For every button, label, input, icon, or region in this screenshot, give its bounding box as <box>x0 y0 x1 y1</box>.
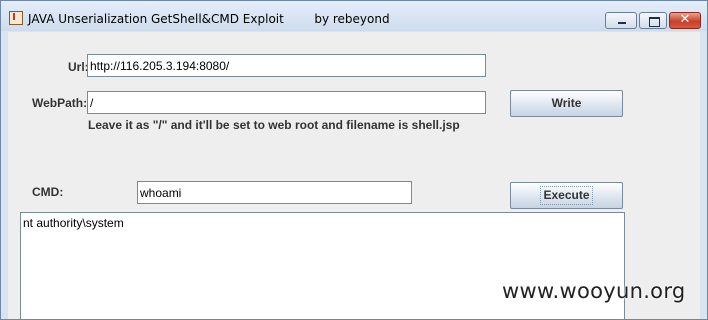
cmd-label: CMD: <box>32 185 64 199</box>
command-output[interactable]: nt authority\system <box>20 212 625 319</box>
webpath-label: WebPath: <box>32 96 88 110</box>
webpath-field[interactable]: / <box>87 91 486 114</box>
main-panel: Url: http://116.205.3.194:8080/ WebPath:… <box>8 32 700 319</box>
cmd-field[interactable]: whoami <box>137 181 412 204</box>
title-bar[interactable]: JAVA Unserialization GetShell&CMD Exploi… <box>1 1 707 31</box>
maximize-icon <box>649 17 660 27</box>
window-title: JAVA Unserialization GetShell&CMD Exploi… <box>28 12 390 26</box>
maximize-button[interactable] <box>639 12 667 29</box>
minimize-button[interactable] <box>605 12 637 29</box>
java-cup-icon <box>9 11 23 25</box>
exploit-window: JAVA Unserialization GetShell&CMD Exploi… <box>0 0 708 320</box>
watermark: www.wooyun.org <box>502 279 686 303</box>
minimize-icon <box>618 22 626 24</box>
close-button[interactable]: ✕ <box>669 12 701 29</box>
url-field[interactable]: http://116.205.3.194:8080/ <box>87 54 486 77</box>
close-icon: ✕ <box>679 12 691 27</box>
url-label: Url: <box>68 60 89 74</box>
execute-button-label: Execute <box>540 186 593 205</box>
webpath-hint: Leave it as "/" and it'll be set to web … <box>88 118 460 132</box>
window-author: by rebeyond <box>314 12 390 26</box>
write-button[interactable]: Write <box>510 90 623 117</box>
execute-button[interactable]: Execute <box>510 182 623 209</box>
